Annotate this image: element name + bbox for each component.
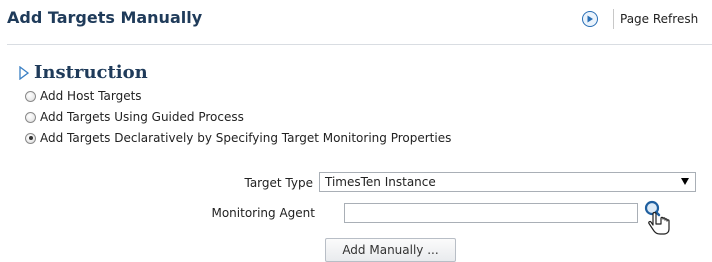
toolbar-divider: [613, 9, 614, 29]
page-refresh-area: Page Refresh: [582, 7, 698, 31]
target-type-value: TimesTen Instance: [325, 175, 436, 189]
radio-add-guided-process[interactable]: Add Targets Using Guided Process: [25, 110, 244, 124]
radio-add-host-targets[interactable]: Add Host Targets: [25, 89, 142, 103]
radio-button[interactable]: [25, 111, 36, 123]
instruction-title: Instruction: [34, 62, 148, 83]
dropdown-arrow-icon[interactable]: [681, 178, 689, 185]
page-refresh-label[interactable]: Page Refresh: [620, 12, 698, 26]
page-title: Add Targets Manually: [7, 8, 203, 27]
monitoring-agent-input[interactable]: [344, 203, 638, 223]
radio-label: Add Targets Using Guided Process: [40, 110, 244, 124]
radio-add-declaratively[interactable]: Add Targets Declaratively by Specifying …: [25, 131, 451, 145]
monitoring-agent-label: Monitoring Agent: [211, 206, 315, 220]
target-type-select[interactable]: TimesTen Instance: [319, 172, 696, 192]
instruction-header[interactable]: Instruction: [19, 62, 148, 83]
radio-button[interactable]: [25, 90, 36, 102]
add-manually-button[interactable]: Add Manually ...: [325, 238, 456, 262]
header-divider: [7, 44, 712, 45]
radio-button-selected[interactable]: [25, 132, 36, 144]
disclosure-triangle-icon[interactable]: [19, 65, 29, 80]
target-type-label: Target Type: [244, 176, 313, 190]
refresh-icon[interactable]: [582, 11, 598, 27]
radio-label: Add Host Targets: [40, 89, 142, 103]
radio-label: Add Targets Declaratively by Specifying …: [40, 131, 452, 145]
search-icon[interactable]: [643, 200, 673, 236]
